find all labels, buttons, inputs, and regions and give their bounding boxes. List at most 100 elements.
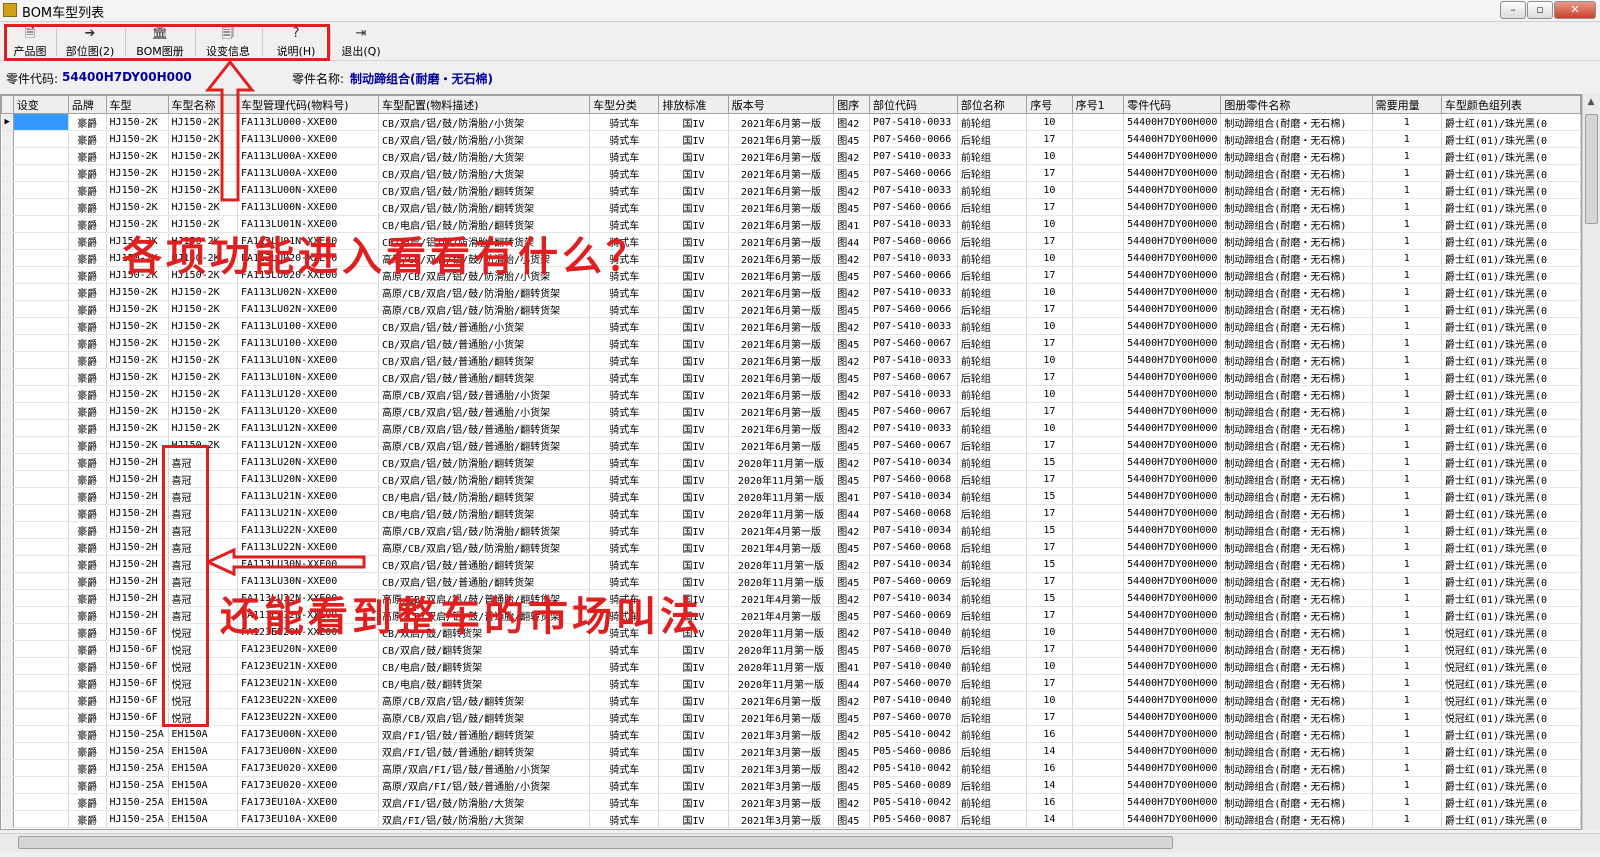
part-code-cell[interactable]: 54400H7DY00H000 bbox=[1123, 283, 1222, 301]
model-config-cell[interactable]: 高原/CB/双启/铝/鼓/翻转货架 bbox=[378, 708, 591, 726]
model-config-cell[interactable]: 高原/CB/双启/铝/鼓/普通胎/小货架 bbox=[378, 385, 591, 403]
qty-cell[interactable]: 1 bbox=[1372, 640, 1442, 658]
part-name-cell[interactable]: 制动蹄组合(耐磨・无石棉) bbox=[1220, 198, 1373, 216]
emission-cell[interactable]: 国IV bbox=[658, 470, 729, 488]
qty-cell[interactable]: 1 bbox=[1372, 113, 1442, 131]
seq-cell[interactable]: 17 bbox=[1026, 368, 1073, 386]
figure-cell[interactable]: 图42 bbox=[833, 691, 871, 709]
model-name-cell[interactable]: HJ150-2K bbox=[168, 317, 238, 335]
model-cell[interactable]: HJ150-25A bbox=[106, 810, 169, 828]
model-code-cell[interactable]: FA123EU21N-XXE00 bbox=[237, 657, 380, 675]
qty-cell[interactable]: 1 bbox=[1372, 521, 1442, 539]
part-code-cell[interactable]: 54400H7DY00H000 bbox=[1123, 504, 1222, 522]
color-group-cell[interactable]: 爵士红(01)/珠光黑(0 bbox=[1441, 266, 1581, 284]
vertical-scroll-thumb[interactable] bbox=[1585, 114, 1598, 224]
color-group-cell[interactable]: 爵士红(01)/珠光黑(0 bbox=[1441, 130, 1581, 148]
position-code-cell[interactable]: P05-S460-0087 bbox=[869, 810, 958, 828]
change-cell[interactable] bbox=[13, 742, 69, 760]
figure-cell[interactable]: 图42 bbox=[833, 419, 871, 437]
seq-cell[interactable]: 16 bbox=[1026, 759, 1073, 777]
row-indicator[interactable] bbox=[1, 266, 14, 284]
model-cell[interactable]: HJ150-6F bbox=[106, 657, 169, 675]
brand-cell[interactable]: 豪爵 bbox=[68, 640, 107, 658]
position-name-cell[interactable]: 前轮组 bbox=[957, 725, 1028, 743]
seq-cell[interactable]: 15 bbox=[1026, 521, 1073, 539]
change-cell[interactable] bbox=[13, 351, 69, 369]
model-config-cell[interactable]: 高原/CB/双启/铝/鼓/防滑胎/翻转货架 bbox=[378, 300, 591, 318]
model-class-cell[interactable]: 骑式车 bbox=[589, 759, 660, 777]
figure-cell[interactable]: 图42 bbox=[833, 317, 871, 335]
position-code-cell[interactable]: P07-S460-0066 bbox=[869, 300, 958, 318]
change-cell[interactable] bbox=[13, 555, 69, 573]
brand-cell[interactable]: 豪爵 bbox=[68, 776, 107, 794]
figure-cell[interactable]: 图45 bbox=[833, 742, 871, 760]
position-code-cell[interactable]: P07-S410-0033 bbox=[869, 317, 958, 335]
version-cell[interactable]: 2021年6月第一版 bbox=[728, 215, 835, 233]
color-group-cell[interactable]: 爵士红(01)/珠光黑(0 bbox=[1441, 759, 1581, 777]
table-row[interactable]: 豪爵 HJ150-25A EH150A FA173EU10A-XXE00 双启/FI/铝… bbox=[1, 810, 1581, 828]
figure-cell[interactable]: 图45 bbox=[833, 640, 871, 658]
part-name-cell[interactable]: 制动蹄组合(耐磨・无石棉) bbox=[1220, 725, 1373, 743]
part-name-cell[interactable]: 制动蹄组合(耐磨・无石棉) bbox=[1220, 317, 1373, 335]
part-code-cell[interactable]: 54400H7DY00H000 bbox=[1123, 759, 1222, 777]
seq1-cell[interactable] bbox=[1072, 657, 1125, 675]
table-row[interactable]: 豪爵 HJ150-2K HJ150-2K FA113LU100-XXE00 CB/双启/… bbox=[1, 334, 1581, 352]
seq1-cell[interactable] bbox=[1072, 300, 1125, 318]
model-config-cell[interactable]: CB/电启/铝/鼓/防滑胎/翻转货架 bbox=[378, 487, 591, 505]
model-config-cell[interactable]: CB/双启/铝/鼓/防滑胎/大货架 bbox=[378, 164, 591, 182]
seq-cell[interactable]: 17 bbox=[1026, 130, 1073, 148]
model-class-cell[interactable]: 骑式车 bbox=[589, 776, 660, 794]
row-indicator[interactable] bbox=[1, 521, 14, 539]
part-name-cell[interactable]: 制动蹄组合(耐磨・无石棉) bbox=[1220, 589, 1373, 607]
horizontal-scrollbar[interactable] bbox=[0, 833, 1600, 852]
part-code-cell[interactable]: 54400H7DY00H000 bbox=[1123, 776, 1222, 794]
model-cell[interactable]: HJ150-2K bbox=[106, 419, 169, 437]
seq1-cell[interactable] bbox=[1072, 368, 1125, 386]
emission-cell[interactable]: 国IV bbox=[658, 283, 729, 301]
qty-cell[interactable]: 1 bbox=[1372, 657, 1442, 675]
color-group-cell[interactable]: 爵士红(01)/珠光黑(0 bbox=[1441, 368, 1581, 386]
model-cell[interactable]: HJ150-2K bbox=[106, 385, 169, 403]
seq-cell[interactable]: 14 bbox=[1026, 742, 1073, 760]
qty-cell[interactable]: 1 bbox=[1372, 130, 1442, 148]
model-name-cell[interactable]: HJ150-2K bbox=[168, 334, 238, 352]
part-code-cell[interactable]: 54400H7DY00H000 bbox=[1123, 334, 1222, 352]
seq1-cell[interactable] bbox=[1072, 487, 1125, 505]
row-indicator[interactable] bbox=[1, 725, 14, 743]
position-name-cell[interactable]: 后轮组 bbox=[957, 198, 1028, 216]
version-cell[interactable]: 2021年4月第一版 bbox=[728, 521, 835, 539]
position-code-cell[interactable]: P07-S410-0033 bbox=[869, 147, 958, 165]
change-cell[interactable] bbox=[13, 623, 69, 641]
brand-cell[interactable]: 豪爵 bbox=[68, 453, 107, 471]
seq-cell[interactable]: 17 bbox=[1026, 300, 1073, 318]
figure-cell[interactable]: 图42 bbox=[833, 181, 871, 199]
seq-cell[interactable]: 10 bbox=[1026, 351, 1073, 369]
version-cell[interactable]: 2021年6月第一版 bbox=[728, 317, 835, 335]
color-group-cell[interactable]: 爵士红(01)/珠光黑(0 bbox=[1441, 181, 1581, 199]
color-group-cell[interactable]: 爵士红(01)/珠光黑(0 bbox=[1441, 742, 1581, 760]
model-cell[interactable]: HJ150-2H bbox=[106, 538, 169, 556]
seq1-cell[interactable] bbox=[1072, 759, 1125, 777]
color-group-cell[interactable]: 爵士红(01)/珠光黑(0 bbox=[1441, 249, 1581, 267]
change-cell[interactable] bbox=[13, 164, 69, 182]
figure-cell[interactable]: 图42 bbox=[833, 147, 871, 165]
model-config-cell[interactable]: 高原/CB/双启/铝/鼓/防滑胎/翻转货架 bbox=[378, 521, 591, 539]
qty-cell[interactable]: 1 bbox=[1372, 589, 1442, 607]
model-class-cell[interactable]: 骑式车 bbox=[589, 385, 660, 403]
brand-cell[interactable]: 豪爵 bbox=[68, 266, 107, 284]
model-config-cell[interactable]: CB/双启/铝/鼓/普通胎/小货架 bbox=[378, 317, 591, 335]
part-name-cell[interactable]: 制动蹄组合(耐磨・无石棉) bbox=[1220, 334, 1373, 352]
color-group-cell[interactable]: 爵士红(01)/珠光黑(0 bbox=[1441, 572, 1581, 590]
row-indicator[interactable] bbox=[1, 538, 14, 556]
table-row[interactable]: 豪爵 HJ150-25A EH150A FA173EU00N-XXE00 双启/FI/铝… bbox=[1, 725, 1581, 743]
qty-cell[interactable]: 1 bbox=[1372, 249, 1442, 267]
seq-cell[interactable]: 17 bbox=[1026, 266, 1073, 284]
model-code-cell[interactable]: FA113LU20N-XXE00 bbox=[237, 470, 380, 488]
model-cell[interactable]: HJ150-25A bbox=[106, 725, 169, 743]
model-cell[interactable]: HJ150-25A bbox=[106, 793, 169, 811]
model-class-cell[interactable]: 骑式车 bbox=[589, 317, 660, 335]
position-code-cell[interactable]: P07-S460-0067 bbox=[869, 334, 958, 352]
figure-cell[interactable]: 图41 bbox=[833, 657, 871, 675]
change-cell[interactable] bbox=[13, 402, 69, 420]
version-cell[interactable]: 2021年4月第一版 bbox=[728, 606, 835, 624]
